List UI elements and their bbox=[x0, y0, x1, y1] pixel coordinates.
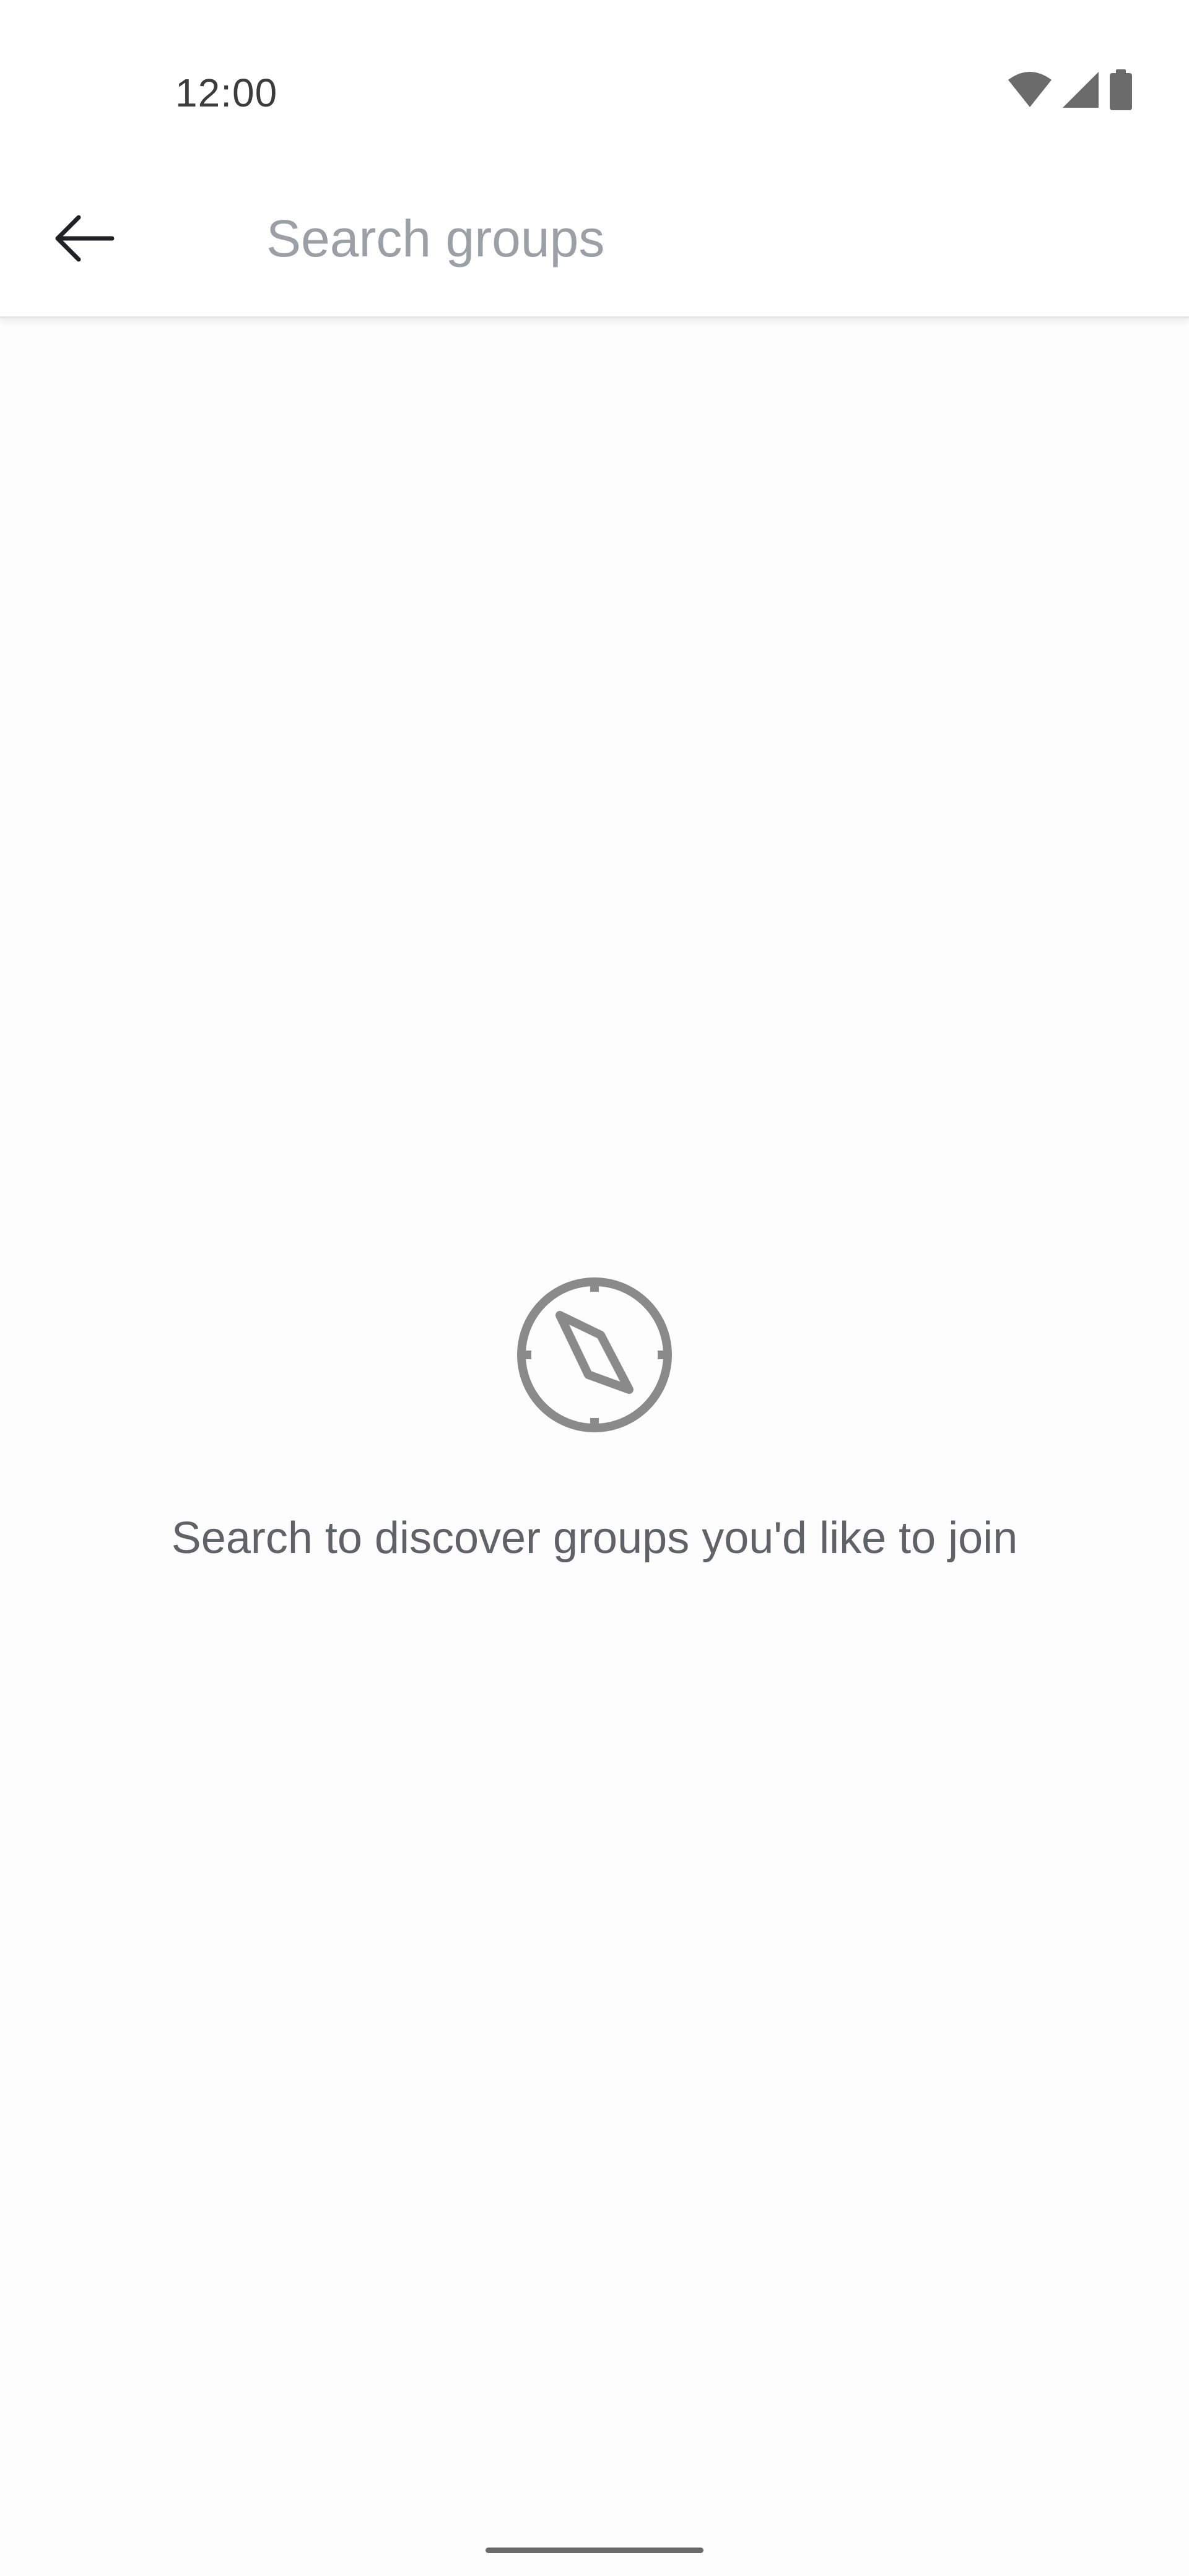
gesture-navigation-handle[interactable] bbox=[486, 2548, 703, 2553]
status-bar: 12:00 bbox=[0, 0, 1189, 161]
battery-icon bbox=[1108, 69, 1133, 110]
arrow-back-icon bbox=[53, 214, 115, 266]
back-button[interactable] bbox=[37, 193, 130, 286]
cellular-signal-icon bbox=[1061, 71, 1100, 109]
compass-icon bbox=[515, 1276, 674, 1434]
status-time: 12:00 bbox=[175, 71, 278, 115]
empty-state: Search to discover groups you'd like to … bbox=[0, 1276, 1189, 1568]
status-icons bbox=[1007, 69, 1133, 110]
screen: 12:00 Search groups Search to discover g… bbox=[0, 0, 1189, 2576]
search-input[interactable] bbox=[266, 198, 1133, 279]
search-app-bar bbox=[0, 161, 1189, 318]
empty-state-message: Search to discover groups you'd like to … bbox=[171, 1513, 1018, 1563]
wifi-icon bbox=[1007, 71, 1053, 108]
